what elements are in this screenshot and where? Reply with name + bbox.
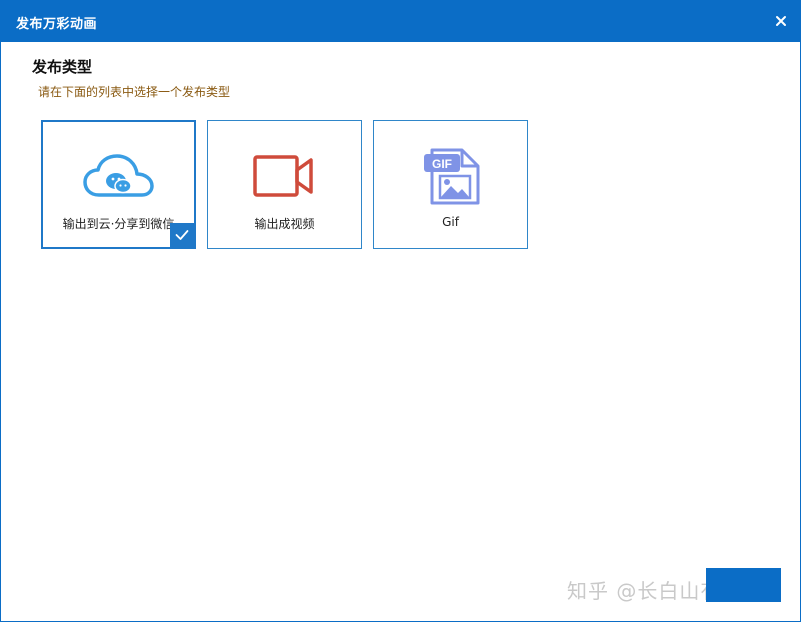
svg-text:GIF: GIF [432, 157, 452, 171]
title-bar[interactable]: 发布万彩动画 [1, 1, 800, 42]
selected-check-badge [170, 223, 194, 247]
publish-dialog: 发布万彩动画 发布类型 请在下面的列表中选择一个发布类型 输出到云·分享到微信 … [0, 0, 801, 622]
publish-type-list: 输出到云·分享到微信 输出成视频 GIF Gif [41, 120, 528, 249]
section-hint: 请在下面的列表中选择一个发布类型 [38, 85, 231, 99]
video-camera-icon [208, 145, 361, 207]
option-gif[interactable]: GIF Gif [373, 120, 528, 249]
close-button[interactable] [770, 10, 792, 32]
cloud-wechat-icon [43, 146, 194, 208]
publish-confirm-button[interactable] [706, 568, 781, 602]
option-cloud-wechat[interactable]: 输出到云·分享到微信 [41, 120, 196, 249]
option-label: 输出成视频 [254, 217, 315, 231]
section-title: 发布类型 [32, 58, 93, 76]
close-icon [776, 16, 786, 26]
dialog-title: 发布万彩动画 [16, 17, 98, 32]
option-label: Gif [442, 215, 459, 229]
checkmark-icon [175, 230, 189, 240]
gif-file-icon: GIF [374, 145, 527, 207]
option-video[interactable]: 输出成视频 [207, 120, 362, 249]
